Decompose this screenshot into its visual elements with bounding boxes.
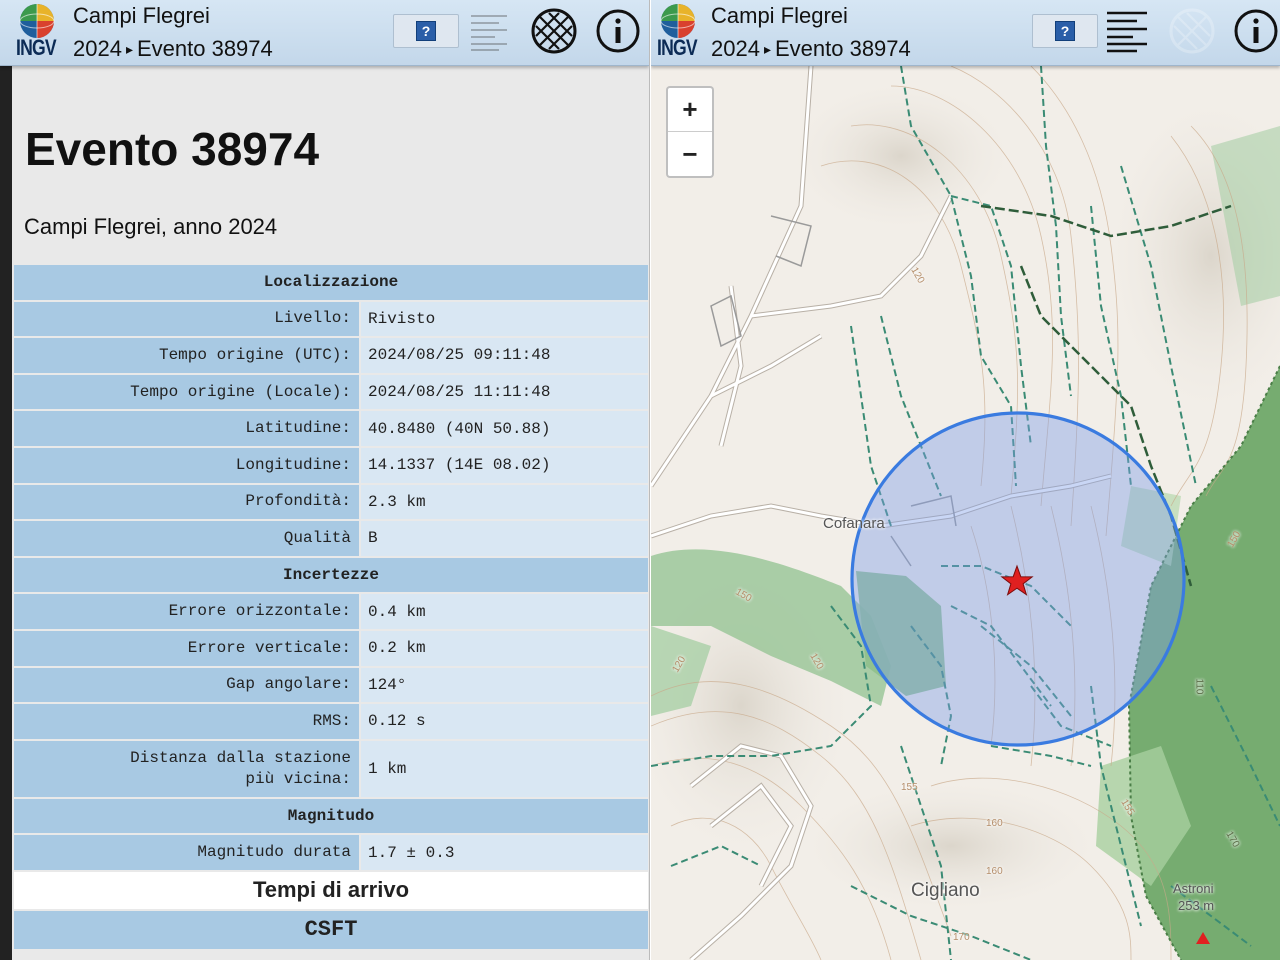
row-value: 0.4 km — [359, 592, 649, 631]
map-tiles — [651, 66, 1280, 960]
info-icon — [1234, 9, 1278, 53]
place-label-astroni-elevation: 253 m — [1178, 898, 1215, 913]
row-key: Tempo origine (Locale): — [12, 372, 361, 412]
app-title: Campi Flegrei — [73, 3, 210, 28]
breadcrumb-event: Evento 38974 — [136, 36, 273, 61]
info-button[interactable] — [1233, 8, 1279, 54]
help-icon: ? — [1055, 21, 1075, 41]
help-icon: ? — [416, 21, 436, 41]
left-edge-bar — [0, 66, 12, 960]
info-button[interactable] — [595, 8, 641, 54]
row-key: Errore verticale: — [12, 628, 361, 668]
table-row: Livello: Rivisto — [12, 299, 649, 339]
tempi-di-arrivo-heading: Tempi di arrivo — [12, 869, 649, 911]
row-key: RMS: — [12, 702, 361, 741]
row-value: 0.2 km — [359, 628, 649, 668]
list-button[interactable] — [1104, 8, 1150, 54]
breadcrumb-year[interactable]: 2024 — [73, 36, 122, 61]
table-row: Qualità B — [12, 519, 649, 558]
table-row: Gap angolare: 124° — [12, 665, 649, 705]
info-icon — [596, 9, 640, 53]
table-row: Errore verticale: 0.2 km — [12, 628, 649, 668]
map-globe-icon — [531, 8, 577, 54]
row-value: 124° — [359, 665, 649, 705]
table-row: Tempo origine (UTC): 2024/08/25 09:11:48 — [12, 336, 649, 375]
row-value: 14.1337 (14E 08.02) — [359, 445, 649, 485]
logo-text: INGV — [657, 35, 698, 60]
app-title: Campi Flegrei — [711, 3, 848, 28]
table-row: Profondità: 2.3 km — [12, 482, 649, 522]
row-value: 2024/08/25 11:11:48 — [359, 372, 649, 412]
row-value: B — [359, 519, 649, 558]
event-heading: Evento 38974 — [25, 123, 320, 175]
map-button[interactable] — [1169, 8, 1215, 54]
row-value: 40.8480 (40N 50.88) — [359, 409, 649, 448]
zoom-out-button[interactable]: − — [668, 132, 712, 176]
row-value: 1 km — [359, 738, 649, 799]
row-key: Qualità — [12, 519, 361, 558]
section-incertezze: Incertezze — [12, 555, 649, 595]
row-key: Gap angolare: — [12, 665, 361, 705]
table-row: Latitudine: 40.8480 (40N 50.88) — [12, 409, 649, 448]
place-label-astroni: Astroni — [1173, 881, 1214, 896]
event-map[interactable]: + − Cofanara Cigliano Astroni 253 m 150 … — [651, 66, 1280, 960]
contour-label: 155 — [901, 782, 918, 793]
event-info-table: Localizzazione Livello: Rivisto Tempo ori… — [12, 263, 649, 951]
row-key: Errore orizzontale: — [12, 592, 361, 631]
row-value: 0.12 s — [359, 702, 649, 741]
breadcrumb-event: Evento 38974 — [774, 36, 911, 61]
map-globe-icon — [1169, 8, 1215, 54]
row-key: Latitudine: — [12, 409, 361, 448]
right-pane: INGV Campi Flegrei 2024▸Evento 38974 ? — [651, 0, 1280, 960]
breadcrumb-arrow-icon: ▸ — [763, 41, 771, 57]
map-button[interactable] — [531, 8, 577, 54]
table-row: Magnitudo durata 1.7 ± 0.3 — [12, 833, 649, 872]
row-key-line2: più vicina: — [245, 769, 351, 788]
breadcrumb-arrow-icon: ▸ — [125, 41, 133, 57]
contour-label: 160 — [986, 866, 1003, 877]
section-localizzazione: Localizzazione — [12, 263, 649, 302]
row-value: 2024/08/25 09:11:48 — [359, 336, 649, 375]
table-row: Distanza dalla stazione più vicina: 1 km — [12, 738, 649, 799]
list-icon — [1107, 11, 1147, 53]
contour-label: 160 — [986, 818, 1003, 829]
row-key: Livello: — [12, 299, 361, 339]
breadcrumb: 2024 ▸ Evento 38974 — [73, 36, 273, 62]
row-key-line1: Distanza dalla stazione — [130, 748, 351, 767]
contour-label: 170 — [953, 932, 970, 943]
table-row: Errore orizzontale: 0.4 km — [12, 592, 649, 631]
table-row: Tempo origine (Locale): 2024/08/25 11:11:… — [12, 372, 649, 412]
zoom-control: + − — [666, 86, 714, 178]
ingv-logo: INGV — [12, 1, 62, 63]
row-key: Longitudine: — [12, 445, 361, 485]
event-detail-panel: Evento 38974 Campi Flegrei, anno 2024 Lo… — [12, 66, 649, 960]
list-icon — [471, 15, 507, 51]
contour-label: 110 — [1193, 678, 1205, 695]
app-header-right: INGV Campi Flegrei 2024 ▸ Evento 38974 ? — [651, 0, 1280, 66]
row-key: Magnitudo durata — [12, 833, 361, 872]
ingv-logo: INGV — [653, 1, 703, 63]
app-header-left: INGV Campi Flegrei 2024 ▸ Evento 38974 ? — [0, 0, 649, 66]
event-subtitle: Campi Flegrei, anno 2024 — [24, 214, 278, 239]
breadcrumb: 2024 ▸ Evento 38974 — [711, 36, 911, 62]
logo-text: INGV — [16, 35, 57, 60]
station-csft-header[interactable]: CSFT — [12, 908, 649, 951]
row-value: 2.3 km — [359, 482, 649, 522]
help-button[interactable]: ? — [1032, 14, 1098, 48]
list-button[interactable] — [466, 8, 512, 54]
row-value: Rivisto — [359, 299, 649, 339]
row-value: 1.7 ± 0.3 — [359, 833, 649, 872]
place-label-cofanara: Cofanara — [823, 515, 885, 532]
row-key: Distanza dalla stazione più vicina: — [12, 738, 361, 799]
table-row: RMS: 0.12 s — [12, 702, 649, 741]
place-label-cigliano: Cigliano — [911, 880, 980, 901]
left-pane: INGV Campi Flegrei 2024▸Evento 38974 ? — [0, 0, 650, 960]
row-key: Tempo origine (UTC): — [12, 336, 361, 375]
breadcrumb-year[interactable]: 2024 — [711, 36, 760, 61]
help-button[interactable]: ? — [393, 14, 459, 48]
table-row: Longitudine: 14.1337 (14E 08.02) — [12, 445, 649, 485]
row-key: Profondità: — [12, 482, 361, 522]
zoom-in-button[interactable]: + — [668, 88, 712, 132]
section-magnitudo: Magnitudo — [12, 796, 649, 836]
